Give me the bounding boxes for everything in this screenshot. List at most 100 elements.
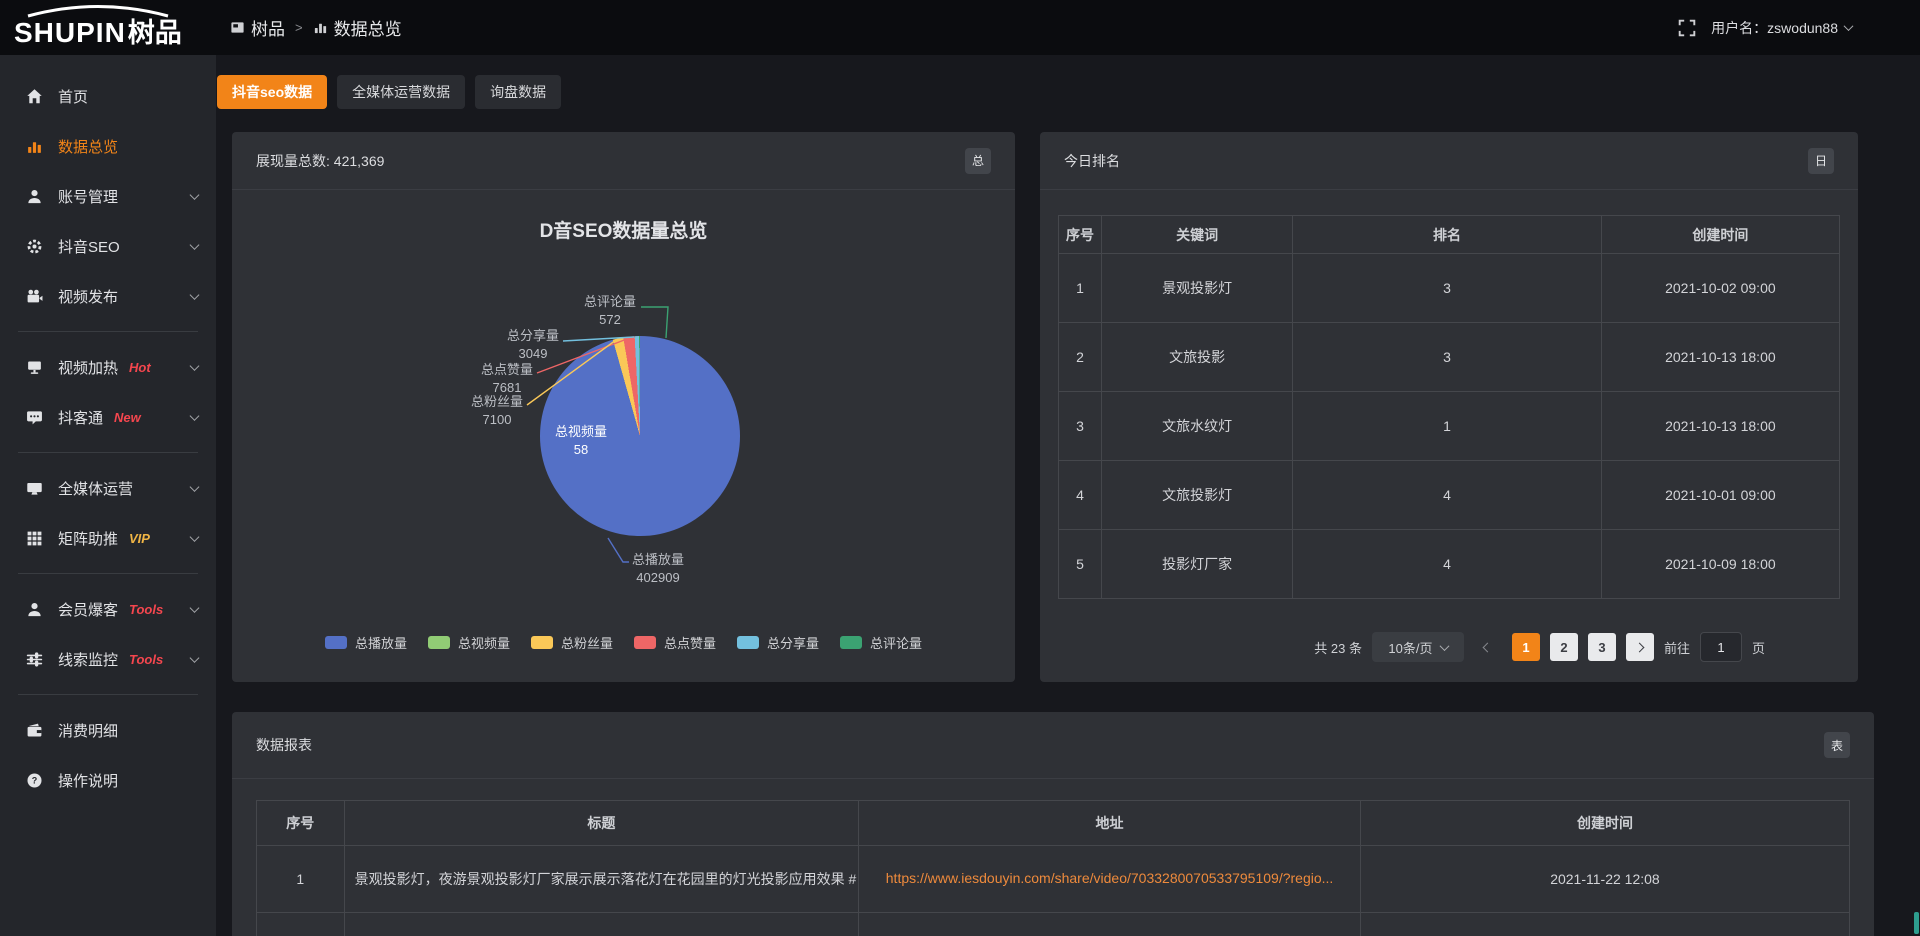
sidebar-item-label: 操作说明 [58,770,118,791]
app-window-icon [230,20,245,35]
pie-callout-videos: 总视频量58 [551,423,611,459]
tab-inquiry-data[interactable]: 询盘数据 [475,75,561,109]
page-button-2[interactable]: 2 [1550,633,1578,661]
column-header-created: 创建时间 [1601,216,1839,254]
day-badge[interactable]: 日 [1808,148,1834,174]
report-card-title: 数据报表 [256,735,312,755]
chevron-down-icon [1844,21,1854,31]
chevron-down-icon [190,603,200,613]
legend-swatch [840,636,862,649]
sidebar-item-operation-guide[interactable]: ? 操作说明 [0,755,216,805]
report-link[interactable]: https://www.iesdouyin.com/share/video/70… [886,870,1334,886]
cell-keyword: 文旅水纹灯 [1101,392,1292,461]
table-badge[interactable]: 表 [1824,732,1850,758]
sidebar-divider [18,694,198,695]
breadcrumb-root-label: 树品 [251,15,285,40]
tab-media-operation-data[interactable]: 全媒体运营数据 [337,75,465,109]
legend-item-plays[interactable]: 总播放量 [325,633,407,652]
goto-label: 前往 [1664,638,1690,657]
sidebar-item-account-management[interactable]: 账号管理 [0,171,216,221]
sidebar-item-member-baoke[interactable]: 会员爆客 Tools [0,584,216,634]
impressions-total-title: 展现量总数: 421,369 [256,151,384,171]
page-button-3[interactable]: 3 [1588,633,1616,661]
sidebar-item-data-overview[interactable]: 数据总览 [0,121,216,171]
page-size-select[interactable]: 10条/页 [1372,632,1464,662]
bar-chart-icon [26,138,43,155]
tab-douyin-seo-data[interactable]: 抖音seo数据 [217,75,327,109]
report-card-header: 数据报表 表 [232,712,1874,779]
report-row [257,913,1850,936]
legend-swatch [428,636,450,649]
pie-callout-plays: 总播放量402909 [628,551,688,587]
page-button-1[interactable]: 1 [1512,633,1540,661]
column-header-title: 标题 [344,801,859,846]
chevron-down-icon [190,482,200,492]
sidebar-item-douketong[interactable]: 抖客通 New [0,392,216,442]
ranking-row: 2 文旅投影 3 2021-10-13 18:00 [1059,323,1840,392]
breadcrumb-current[interactable]: 数据总览 [313,15,402,40]
sidebar-item-label: 抖音SEO [58,236,120,257]
main-content: 抖音seo数据 全媒体运营数据 询盘数据 展现量总数: 421,369 总 D音… [216,55,1920,936]
cell-keyword: 景观投影灯 [1101,254,1292,323]
column-header-keyword: 关键词 [1101,216,1292,254]
sidebar-item-video-heating[interactable]: 视频加热 Hot [0,342,216,392]
sidebar: 首页 数据总览 账号管理 抖音SEO 视频发布 视频加热 Hot 抖客通 New… [0,55,216,936]
sidebar-item-video-publish[interactable]: 视频发布 [0,271,216,321]
chevron-down-icon [1439,641,1449,651]
next-page-button[interactable] [1626,633,1654,661]
chevron-down-icon [190,361,200,371]
sidebar-item-matrix-boost[interactable]: 矩阵助推 VIP [0,513,216,563]
scrollbar-thumb[interactable] [1914,912,1919,934]
cell-created: 2021-11-22 12:08 [1360,846,1849,913]
cell-index: 2 [1059,323,1102,392]
home-icon [26,88,43,105]
fullscreen-icon[interactable] [1678,19,1696,37]
legend-item-shares[interactable]: 总分享量 [737,633,819,652]
sliders-icon [26,651,43,668]
chevron-down-icon [190,653,200,663]
total-badge[interactable]: 总 [965,148,991,174]
legend-swatch [531,636,553,649]
cell-index: 3 [1059,392,1102,461]
goto-page-input[interactable] [1700,632,1742,662]
cell-created: 2021-10-02 09:00 [1601,254,1839,323]
report-header-row: 序号 标题 地址 创建时间 [257,801,1850,846]
brand-logo[interactable]: SHUPIN 树品 [0,0,216,55]
column-header-url: 地址 [859,801,1361,846]
new-tag: New [114,410,141,425]
sidebar-item-label: 视频发布 [58,286,118,307]
cell-rank: 4 [1293,530,1601,599]
sidebar-item-label: 视频加热 [58,357,118,378]
ranking-header-row: 序号 关键词 排名 创建时间 [1059,216,1840,254]
sidebar-item-clue-monitor[interactable]: 线索监控 Tools [0,634,216,684]
prev-page-button[interactable] [1474,633,1502,661]
report-row: 1 景观投影灯，夜游景观投影灯厂家展示展示落花灯在花园里的灯光投影应用效果 # … [257,846,1850,913]
pie-callout-shares: 总分享量3049 [503,327,563,363]
chart-legend: 总播放量 总视频量 总粉丝量 总点赞量 总分享量 总评论量 [232,633,1015,652]
legend-item-likes[interactable]: 总点赞量 [634,633,716,652]
sidebar-item-douyin-seo[interactable]: 抖音SEO [0,221,216,271]
legend-item-comments[interactable]: 总评论量 [840,633,922,652]
goto-unit: 页 [1752,638,1765,657]
legend-item-videos[interactable]: 总视频量 [428,633,510,652]
ranking-card-header: 今日排名 日 [1040,132,1858,190]
legend-item-fans[interactable]: 总粉丝量 [531,633,613,652]
cell-index: 1 [257,846,345,913]
cell-rank: 3 [1293,323,1601,392]
username-dropdown[interactable]: 用户名：zswodun88 [1711,18,1852,38]
cell-index: 5 [1059,530,1102,599]
sidebar-item-media-operation[interactable]: 全媒体运营 [0,463,216,513]
topbar-right: 用户名：zswodun88 [1678,18,1920,38]
bar-chart-icon [313,20,328,35]
grid-icon [26,530,43,547]
sidebar-item-consumption-detail[interactable]: 消费明细 [0,705,216,755]
username-label: 用户名：zswodun88 [1711,18,1838,38]
report-table: 序号 标题 地址 创建时间 1 景观投影灯，夜游景观投影灯厂家展示展示落花灯在花… [256,800,1850,936]
pagination: 共 23 条 10条/页 1 2 3 前往 页 [1058,632,1765,662]
sidebar-item-home[interactable]: 首页 [0,71,216,121]
breadcrumb-root[interactable]: 树品 [230,15,285,40]
person-icon [26,601,43,618]
sidebar-item-label: 账号管理 [58,186,118,207]
vip-tag: VIP [129,531,150,546]
cell-created: 2021-10-09 18:00 [1601,530,1839,599]
